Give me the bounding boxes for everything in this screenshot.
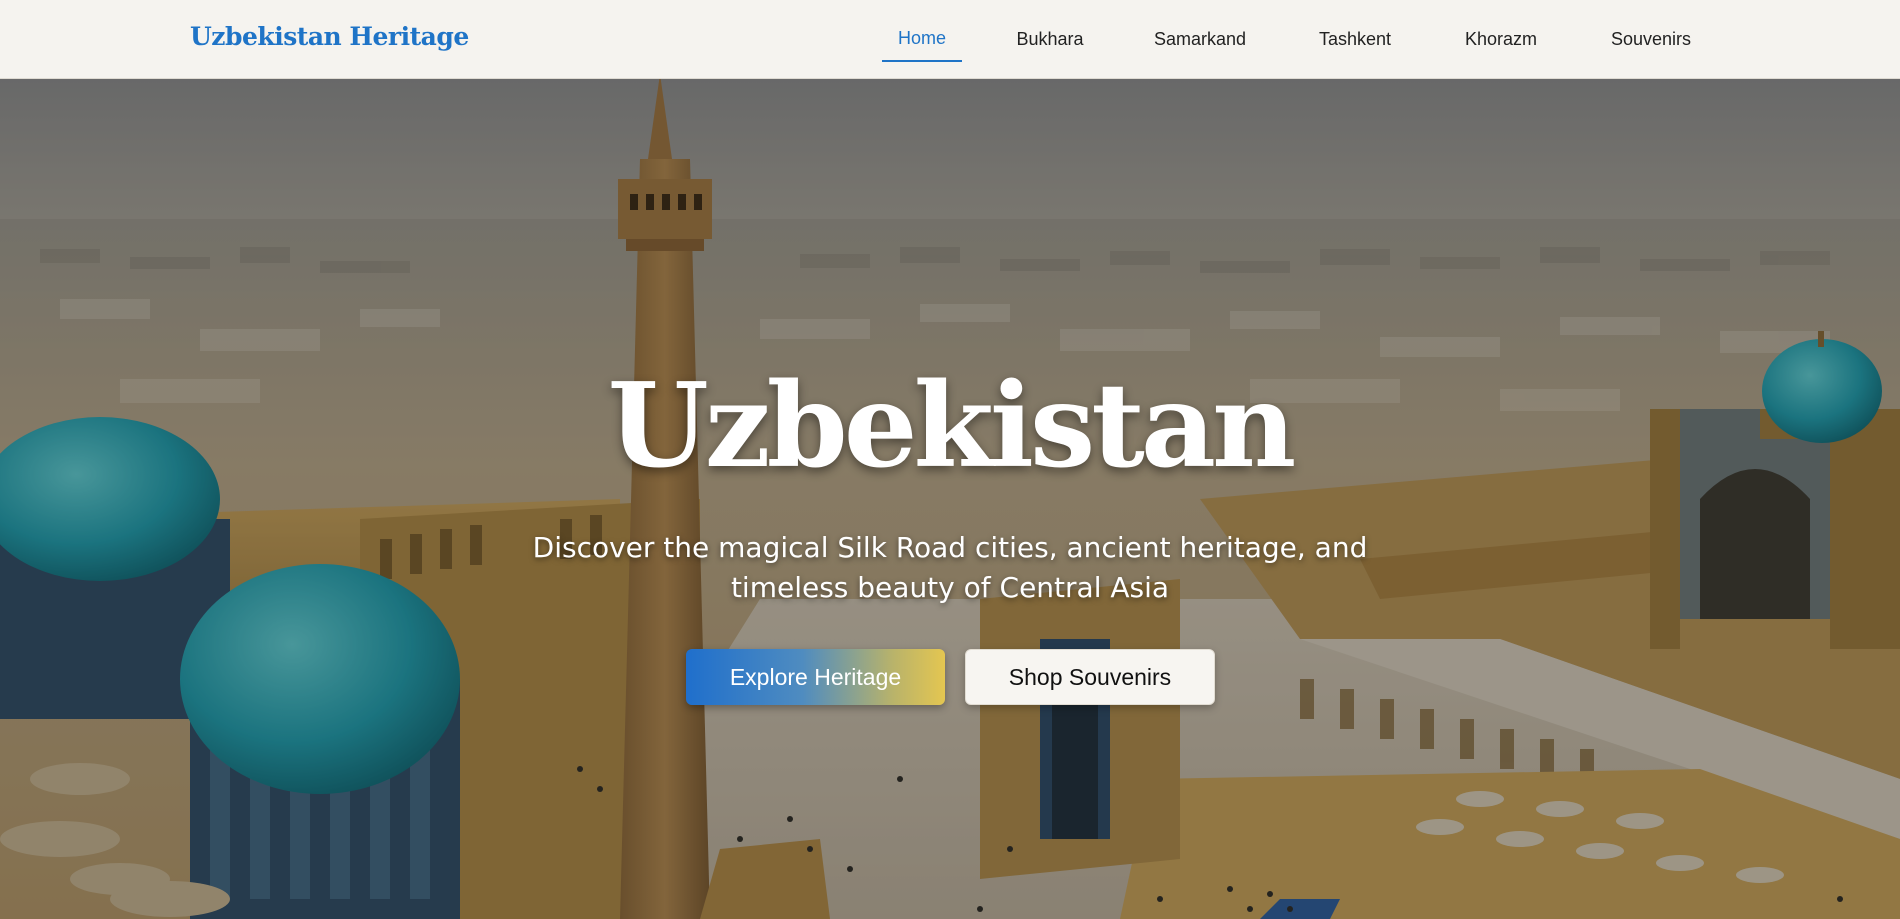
hero-section: Uzbekistan Discover the magical Silk Roa… <box>0 79 1900 919</box>
nav-item-samarkand[interactable]: Samarkand <box>1146 0 1254 61</box>
shop-souvenirs-button[interactable]: Shop Souvenirs <box>965 649 1215 705</box>
nav-item-khorazm[interactable]: Khorazm <box>1456 0 1546 61</box>
site-header: Uzbekistan Heritage Home Bukhara Samarka… <box>0 0 1900 79</box>
hero-subtitle: Discover the magical Silk Road cities, a… <box>532 531 1368 604</box>
site-logo[interactable]: Uzbekistan Heritage <box>190 22 469 51</box>
hero-overlay <box>0 79 1900 919</box>
main-nav: Home Bukhara Samarkand Tashkent Khorazm … <box>882 0 1702 79</box>
hero-title: Uzbekistan <box>607 358 1297 494</box>
page: Uzbekistan Heritage Home Bukhara Samarka… <box>0 0 1900 919</box>
nav-item-tashkent[interactable]: Tashkent <box>1308 0 1402 61</box>
nav-item-home[interactable]: Home <box>882 0 962 62</box>
nav-item-bukhara[interactable]: Bukhara <box>1008 0 1092 61</box>
explore-heritage-button[interactable]: Explore Heritage <box>686 649 945 705</box>
nav-item-souvenirs[interactable]: Souvenirs <box>1600 0 1702 61</box>
